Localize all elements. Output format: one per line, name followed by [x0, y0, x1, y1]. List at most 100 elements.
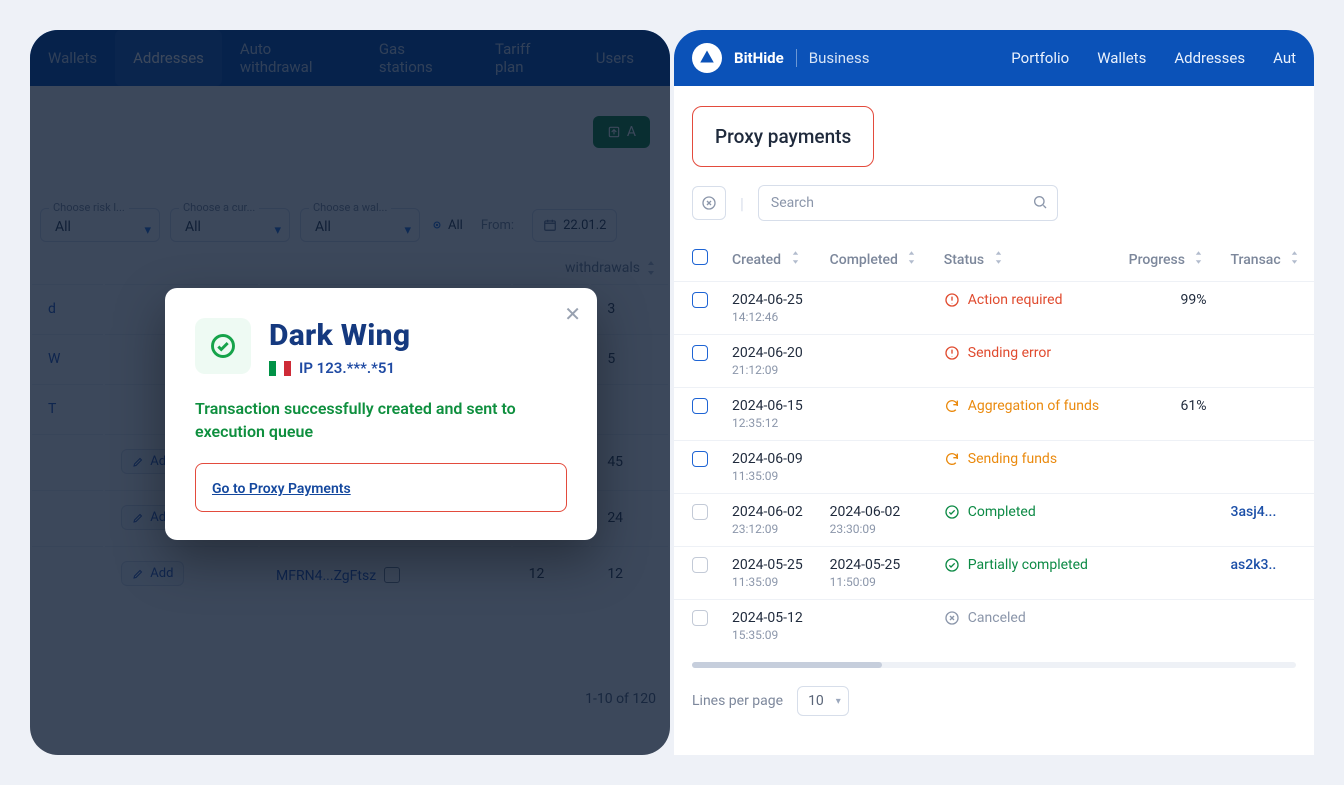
table-row: 2024-06-15 12:35:12 Aggregation of funds 61… — [674, 388, 1314, 441]
progress-value — [1117, 494, 1219, 547]
modal-ip: IP 123.***.*51 — [299, 359, 395, 377]
row-checkbox[interactable] — [692, 345, 708, 361]
table-row: 2024-06-25 14:12:46 Action required 99% — [674, 282, 1314, 335]
completed-time: 23:30:09 — [830, 522, 920, 536]
brand: BitHide Business — [692, 43, 869, 73]
sort-icon — [907, 251, 916, 264]
alert-circle-icon — [944, 292, 960, 308]
brand-logo-icon — [692, 43, 722, 73]
flag-italy-icon — [269, 361, 291, 376]
row-checkbox[interactable] — [692, 557, 708, 573]
created-date: 2024-05-12 — [732, 610, 806, 626]
horizontal-scrollbar[interactable] — [692, 662, 1296, 668]
row-checkbox[interactable] — [692, 504, 708, 520]
success-modal: ✕ Dark Wing IP 123.***.*51 Transaction s… — [165, 288, 597, 540]
left-panel: WalletsAddressesAuto withdrawalGas stati… — [30, 30, 670, 755]
created-date: 2024-06-09 — [732, 451, 806, 467]
created-date: 2024-06-25 — [732, 292, 806, 308]
status-badge: Canceled — [944, 610, 1105, 626]
completed-date: 2024-06-02 — [830, 504, 920, 520]
row-checkbox[interactable] — [692, 398, 708, 414]
right-footer: Lines per page 10 ▾ — [674, 668, 1314, 734]
clear-filters-button[interactable] — [692, 186, 726, 220]
col-status[interactable]: Status — [932, 237, 1117, 282]
col-completed[interactable]: Completed — [818, 237, 932, 282]
created-date: 2024-06-15 — [732, 398, 806, 414]
modal-message: Transaction successfully created and sen… — [195, 397, 567, 443]
chevron-down-icon: ▾ — [836, 696, 841, 707]
created-time: 12:35:12 — [732, 416, 806, 430]
select-all-checkbox[interactable] — [692, 249, 708, 265]
search-box — [758, 185, 1058, 221]
created-time: 21:12:09 — [732, 363, 806, 377]
col-created[interactable]: Created — [720, 237, 818, 282]
sort-icon — [791, 251, 800, 264]
modal-link-box: Go to Proxy Payments — [195, 463, 567, 512]
transaction-link[interactable]: as2k3.. — [1230, 557, 1276, 573]
proxy-payments-table: Created Completed Status Progress Transa… — [674, 237, 1314, 652]
modal-title: Dark Wing — [269, 318, 410, 353]
created-date: 2024-06-02 — [732, 504, 806, 520]
row-checkbox[interactable] — [692, 610, 708, 626]
progress-value — [1117, 600, 1219, 653]
sort-icon — [1194, 251, 1203, 264]
row-checkbox[interactable] — [692, 451, 708, 467]
search-input[interactable] — [758, 185, 1058, 221]
nav-addresses[interactable]: Addresses — [1174, 49, 1245, 67]
completed-time: 11:50:09 — [830, 575, 920, 589]
refresh-icon — [944, 398, 960, 414]
brand-sub: Business — [796, 49, 870, 67]
table-row: 2024-06-20 21:12:09 Sending error — [674, 335, 1314, 388]
brand-name: BitHide — [734, 49, 784, 67]
nav-wallets[interactable]: Wallets — [1097, 49, 1146, 67]
right-nav: Portfolio Wallets Addresses Aut — [1011, 49, 1296, 67]
status-badge: Partially completed — [944, 557, 1105, 573]
x-circle-icon — [944, 610, 960, 626]
created-time: 23:12:09 — [732, 522, 806, 536]
right-header: BitHide Business Portfolio Wallets Address… — [674, 30, 1314, 86]
created-time: 15:35:09 — [732, 628, 806, 642]
created-time: 11:35:09 — [732, 469, 806, 483]
row-checkbox[interactable] — [692, 292, 708, 308]
success-check-badge — [195, 318, 251, 374]
progress-value — [1117, 547, 1219, 600]
check-circle-icon — [944, 504, 960, 520]
created-time: 14:12:46 — [732, 310, 806, 324]
lines-per-page-label: Lines per page — [692, 693, 783, 709]
alert-circle-icon — [944, 345, 960, 361]
progress-value: 99% — [1117, 282, 1219, 335]
sort-icon — [1290, 251, 1299, 264]
sort-icon — [994, 251, 1003, 264]
table-row: 2024-06-02 23:12:09 2024-06-02 23:30:09 Comp… — [674, 494, 1314, 547]
progress-value — [1117, 335, 1219, 388]
scrollbar-thumb[interactable] — [692, 662, 882, 668]
page-title: Proxy payments — [692, 106, 874, 167]
check-circle-icon — [944, 557, 960, 573]
refresh-icon — [944, 451, 960, 467]
progress-value — [1117, 441, 1219, 494]
transaction-link[interactable]: 3asj4... — [1230, 504, 1276, 520]
table-row: 2024-05-2511:35:092024-05-2511:50:09Part… — [674, 547, 1314, 600]
check-circle-icon — [209, 332, 237, 360]
col-transac[interactable]: Transac — [1218, 237, 1314, 282]
status-badge: Aggregation of funds — [944, 398, 1105, 414]
status-badge: Sending error — [944, 345, 1105, 361]
x-circle-icon — [701, 195, 717, 211]
status-badge: Sending funds — [944, 451, 1105, 467]
nav-portfolio[interactable]: Portfolio — [1011, 49, 1069, 67]
status-badge: Completed — [944, 504, 1105, 520]
nav-aut[interactable]: Aut — [1273, 49, 1296, 67]
completed-date: 2024-05-25 — [830, 557, 920, 573]
created-date: 2024-05-25 — [732, 557, 806, 573]
right-panel: BitHide Business Portfolio Wallets Address… — [674, 30, 1314, 755]
progress-value: 61% — [1117, 388, 1219, 441]
created-date: 2024-06-20 — [732, 345, 806, 361]
close-icon[interactable]: ✕ — [564, 302, 581, 326]
go-to-proxy-payments-link[interactable]: Go to Proxy Payments — [212, 481, 351, 497]
table-row: 2024-05-12 15:35:09 Canceled — [674, 600, 1314, 653]
table-row: 2024-06-09 11:35:09 Sending funds — [674, 441, 1314, 494]
lines-per-page-select[interactable]: 10 ▾ — [797, 686, 849, 716]
search-row: | — [674, 185, 1314, 221]
col-progress[interactable]: Progress — [1117, 237, 1219, 282]
status-badge: Action required — [944, 292, 1105, 308]
